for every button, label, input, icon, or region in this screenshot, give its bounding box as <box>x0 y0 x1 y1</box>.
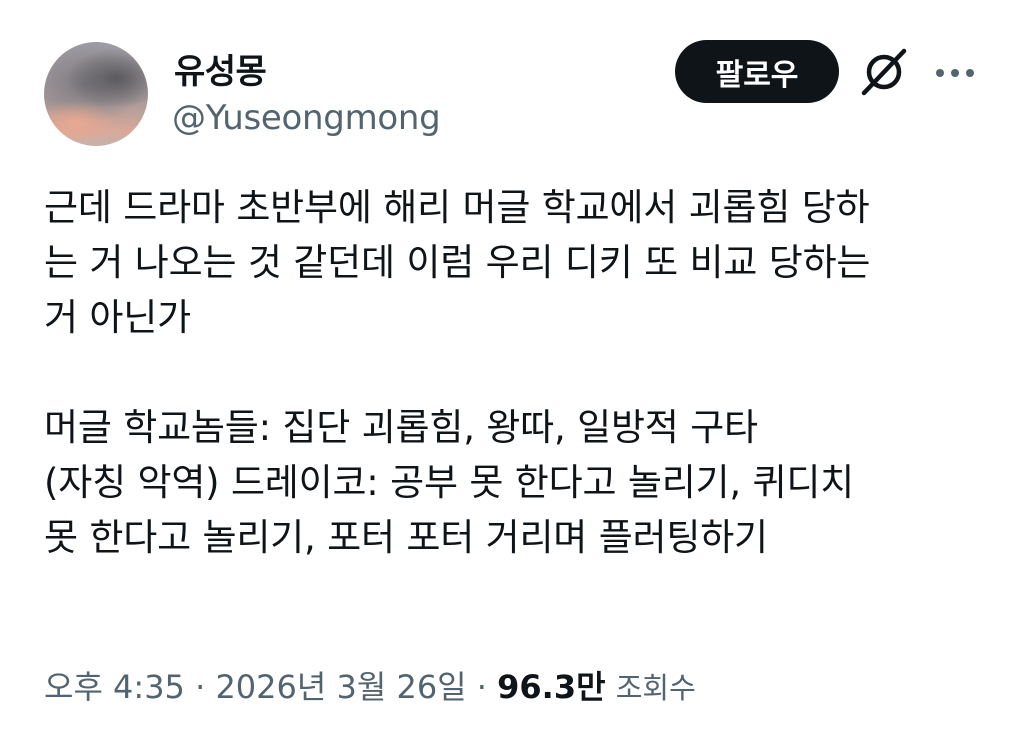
grok-slash-icon[interactable] <box>858 46 910 98</box>
author-display-name[interactable]: 유성몽 <box>174 44 267 93</box>
tweet-time[interactable]: 오후 4:35 <box>44 668 185 706</box>
follow-button[interactable]: 팔로우 <box>675 40 839 103</box>
meta-separator: · <box>184 668 216 706</box>
views-count[interactable]: 96.3만 <box>497 668 605 706</box>
author-handle[interactable]: @Yuseongmong <box>172 98 441 138</box>
tweet-meta: 오후 4:35 · 2026년 3월 26일 · 96.3만 조회수 <box>44 662 696 708</box>
meta-separator: · <box>466 668 498 706</box>
tweet-date[interactable]: 2026년 3월 26일 <box>215 668 466 706</box>
tweet-text: 근데 드라마 초반부에 해리 머글 학교에서 괴롭힘 당하 는 거 나오는 것 … <box>44 186 871 559</box>
more-dots-icon[interactable] <box>934 56 976 90</box>
views-label: 조회수 <box>615 671 696 705</box>
avatar[interactable] <box>44 42 148 146</box>
